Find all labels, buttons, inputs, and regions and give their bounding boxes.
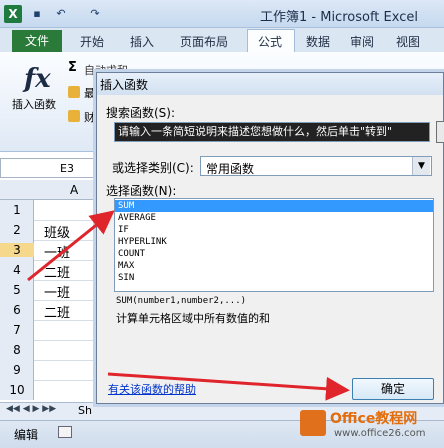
watermark-brand: Office教程网 — [330, 411, 418, 427]
annotation-arrows — [27, 210, 350, 401]
arrow-to-function-list — [27, 210, 115, 282]
watermark: Office教程网 www.office26.com — [300, 404, 444, 448]
watermark-url: www.office26.com — [334, 428, 426, 439]
arrow-to-ok-button — [107, 372, 350, 401]
office-logo-icon — [300, 410, 326, 436]
